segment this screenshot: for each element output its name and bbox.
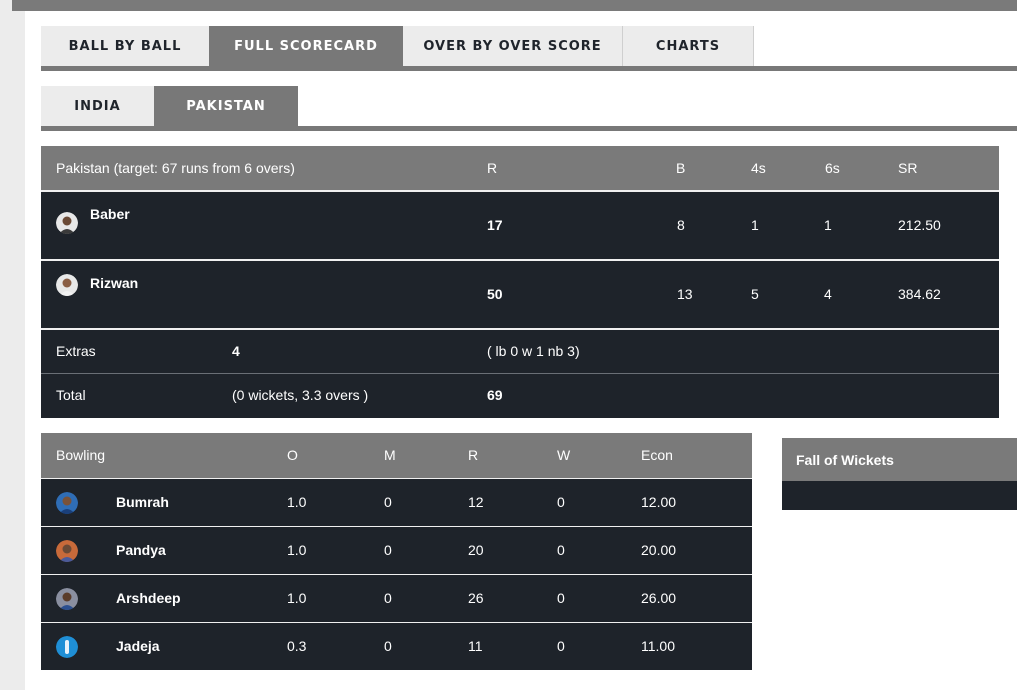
tabs-underline bbox=[41, 66, 1017, 71]
batter-sixes: 4 bbox=[824, 286, 832, 302]
bowler-name[interactable]: Arshdeep bbox=[116, 590, 181, 606]
extras-value: 4 bbox=[232, 343, 240, 359]
avatar bbox=[56, 540, 78, 562]
avatar bbox=[56, 212, 78, 234]
bowler-name[interactable]: Jadeja bbox=[116, 638, 160, 654]
tab-team-pakistan[interactable]: PAKISTAN bbox=[154, 86, 298, 126]
batter-balls: 8 bbox=[677, 217, 685, 233]
bowler-maidens: 0 bbox=[384, 494, 392, 510]
bowler-name[interactable]: Pandya bbox=[116, 542, 166, 558]
batter-fours: 1 bbox=[751, 217, 759, 233]
scorecard-tabs: BALL BY BALL FULL SCORECARD OVER BY OVER… bbox=[41, 26, 754, 66]
batter-sixes: 1 bbox=[824, 217, 832, 233]
tab-team-india[interactable]: INDIA bbox=[41, 86, 154, 126]
fall-of-wickets-panel: Fall of Wickets bbox=[782, 438, 1017, 510]
bowler-maidens: 0 bbox=[384, 638, 392, 654]
bowling-title: Bowling bbox=[56, 447, 106, 463]
col-sixes: 6s bbox=[825, 160, 840, 176]
col-wickets: W bbox=[557, 447, 571, 463]
bowler-overs: 1.0 bbox=[287, 590, 307, 606]
total-detail: (0 wickets, 3.3 overs ) bbox=[232, 387, 369, 403]
tab-full-scorecard[interactable]: FULL SCORECARD bbox=[209, 26, 403, 66]
bowler-runs: 20 bbox=[468, 542, 484, 558]
table-row: Jadeja 0.3 0 11 0 11.00 bbox=[41, 622, 752, 670]
batter-runs: 17 bbox=[487, 217, 503, 233]
bowler-wickets: 0 bbox=[557, 542, 565, 558]
total-value: 69 bbox=[487, 387, 503, 403]
bowler-economy: 12.00 bbox=[641, 494, 677, 510]
bowling-table: Bowling O M R W Econ Bumrah 1.0 0 12 0 1… bbox=[41, 433, 752, 670]
total-row: Total (0 wickets, 3.3 overs ) 69 bbox=[41, 373, 999, 418]
bowler-runs: 26 bbox=[468, 590, 484, 606]
bowling-header: Bowling O M R W Econ bbox=[41, 433, 752, 478]
bowler-overs: 0.3 bbox=[287, 638, 307, 654]
batter-name[interactable]: Baber bbox=[90, 206, 130, 222]
extras-detail: ( lb 0 w 1 nb 3) bbox=[487, 343, 580, 359]
bowler-runs: 12 bbox=[468, 494, 484, 510]
top-bar bbox=[12, 0, 1017, 11]
bowler-wickets: 0 bbox=[557, 494, 565, 510]
batter-balls: 13 bbox=[677, 286, 693, 302]
table-row: Rizwan 50 13 5 4 384.62 bbox=[41, 259, 999, 328]
table-row: Bumrah 1.0 0 12 0 12.00 bbox=[41, 478, 752, 526]
total-label: Total bbox=[56, 387, 86, 403]
bowler-maidens: 0 bbox=[384, 590, 392, 606]
extras-label: Extras bbox=[56, 343, 96, 359]
team-tabs: INDIA PAKISTAN bbox=[41, 86, 298, 126]
left-rail bbox=[0, 0, 25, 690]
tab-ball-by-ball[interactable]: BALL BY BALL bbox=[41, 26, 209, 66]
bowler-wickets: 0 bbox=[557, 638, 565, 654]
col-overs: O bbox=[287, 447, 298, 463]
col-balls: B bbox=[676, 160, 686, 176]
bowler-economy: 20.00 bbox=[641, 542, 677, 558]
col-strike-rate: SR bbox=[898, 160, 918, 176]
batting-table: Pakistan (target: 67 runs from 6 overs) … bbox=[41, 146, 999, 418]
bowler-maidens: 0 bbox=[384, 542, 392, 558]
col-runs: R bbox=[487, 160, 498, 176]
table-row: Arshdeep 1.0 0 26 0 26.00 bbox=[41, 574, 752, 622]
batter-runs: 50 bbox=[487, 286, 503, 302]
col-fours: 4s bbox=[751, 160, 766, 176]
batter-fours: 5 bbox=[751, 286, 759, 302]
fall-of-wickets-title: Fall of Wickets bbox=[782, 438, 1017, 481]
avatar bbox=[56, 492, 78, 514]
team-tabs-underline bbox=[41, 126, 1017, 131]
batting-header: Pakistan (target: 67 runs from 6 overs) … bbox=[41, 146, 999, 190]
bowler-wickets: 0 bbox=[557, 590, 565, 606]
extras-row: Extras 4 ( lb 0 w 1 nb 3) bbox=[41, 328, 999, 373]
table-row: Baber 17 8 1 1 212.50 bbox=[41, 190, 999, 259]
bowler-economy: 11.00 bbox=[641, 638, 675, 654]
col-maidens: M bbox=[384, 447, 396, 463]
tab-over-by-over-score[interactable]: OVER BY OVER SCORE bbox=[403, 26, 623, 66]
batter-name[interactable]: Rizwan bbox=[90, 275, 138, 291]
batting-innings-title: Pakistan (target: 67 runs from 6 overs) bbox=[56, 160, 295, 176]
batter-strike-rate: 212.50 bbox=[898, 217, 941, 233]
fall-of-wickets-body bbox=[782, 481, 1017, 510]
table-row: Pandya 1.0 0 20 0 20.00 bbox=[41, 526, 752, 574]
batter-strike-rate: 384.62 bbox=[898, 286, 941, 302]
bowler-economy: 26.00 bbox=[641, 590, 677, 606]
tab-charts[interactable]: CHARTS bbox=[623, 26, 754, 66]
avatar bbox=[56, 636, 78, 658]
col-economy: Econ bbox=[641, 447, 673, 463]
bowler-overs: 1.0 bbox=[287, 542, 307, 558]
bowler-overs: 1.0 bbox=[287, 494, 307, 510]
bowler-name[interactable]: Bumrah bbox=[116, 494, 169, 510]
avatar bbox=[56, 274, 78, 296]
col-runs-conceded: R bbox=[468, 447, 479, 463]
avatar bbox=[56, 588, 78, 610]
bowler-runs: 11 bbox=[468, 638, 483, 654]
